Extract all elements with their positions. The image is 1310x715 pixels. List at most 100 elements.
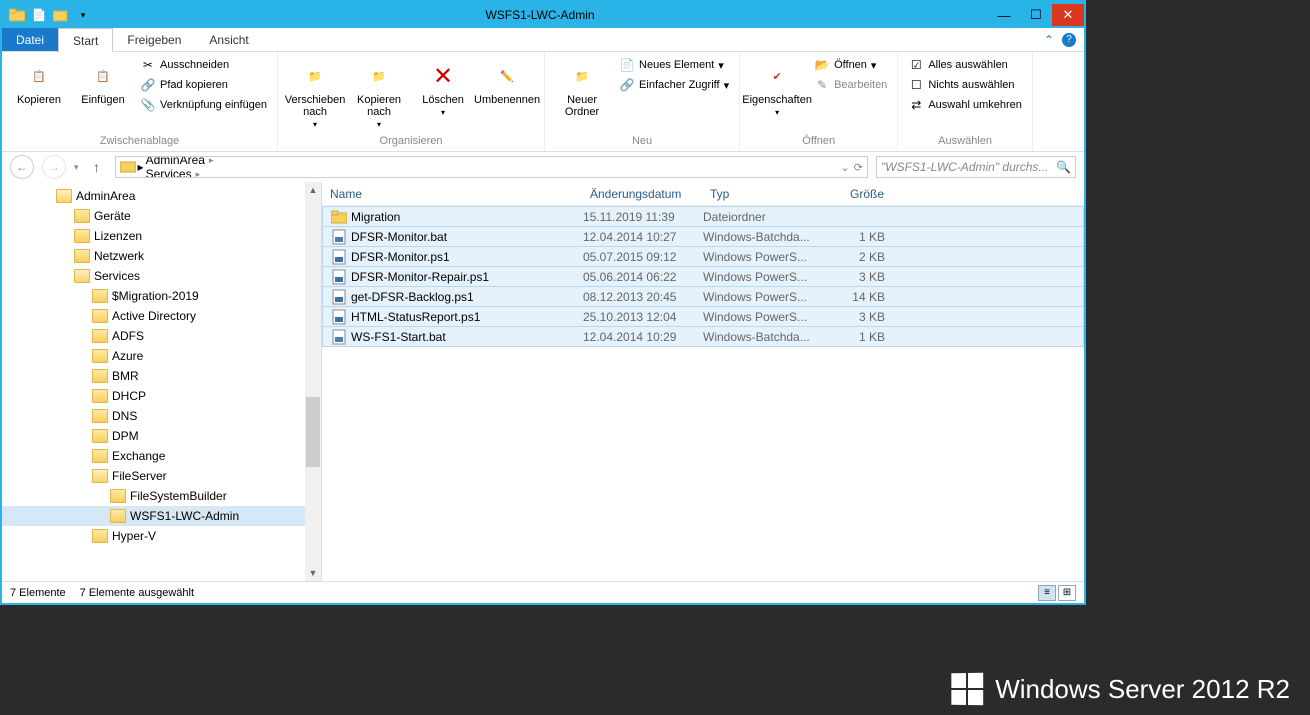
tree-item[interactable]: DHCP	[2, 386, 321, 406]
folder-icon	[92, 309, 108, 323]
folder-tree[interactable]: AdminAreaGeräteLizenzenNetzwerkServices$…	[2, 182, 322, 581]
tree-item[interactable]: Hyper-V	[2, 526, 321, 546]
explorer-window: 📄 ▾ WSFS1-LWC-Admin — ☐ ✕ Datei Start Fr…	[0, 0, 1086, 605]
qat-newfolder-icon[interactable]	[52, 6, 70, 24]
tree-item[interactable]: ADFS	[2, 326, 321, 346]
file-type: Windows PowerS...	[703, 270, 823, 284]
col-date[interactable]: Änderungsdatum	[582, 187, 702, 201]
file-row[interactable]: DFSR-Monitor-Repair.ps105.06.2014 06:22W…	[322, 266, 1084, 287]
rename-button[interactable]: ✏️Umbenennen	[478, 56, 536, 106]
tree-item[interactable]: WSFS1-LWC-Admin	[2, 506, 321, 526]
open-button[interactable]: 📂Öffnen ▾	[812, 56, 889, 74]
tree-label: DPM	[112, 429, 139, 443]
minimize-button[interactable]: —	[988, 4, 1020, 26]
new-folder-button[interactable]: 📁Neuer Ordner	[553, 56, 611, 118]
paste-shortcut-button[interactable]: 📎Verknüpfung einfügen	[138, 96, 269, 114]
delete-button[interactable]: ✕Löschen▾	[414, 56, 472, 117]
tab-share[interactable]: Freigeben	[113, 28, 195, 51]
history-dropdown-icon[interactable]: ▾	[74, 162, 79, 173]
dropdown-icon[interactable]: ⌄	[841, 161, 850, 174]
scroll-down-icon[interactable]: ▼	[305, 565, 321, 581]
file-size: 3 KB	[823, 310, 893, 324]
tree-item[interactable]: Exchange	[2, 446, 321, 466]
col-name[interactable]: Name	[322, 187, 582, 201]
back-button[interactable]: ←	[10, 155, 34, 179]
breadcrumb-item[interactable]: AdminArea▸	[146, 156, 266, 167]
scroll-up-icon[interactable]: ▲	[305, 182, 321, 198]
qat-dropdown-icon[interactable]: ▾	[74, 6, 92, 24]
folder-icon	[92, 389, 108, 403]
tree-label: Azure	[112, 349, 143, 363]
maximize-button[interactable]: ☐	[1020, 4, 1052, 26]
file-row[interactable]: HTML-StatusReport.ps125.10.2013 12:04Win…	[322, 306, 1084, 327]
file-name: HTML-StatusReport.ps1	[347, 310, 583, 324]
copy-button[interactable]: 📋Kopieren	[10, 56, 68, 106]
icons-view-button[interactable]: ⊞	[1058, 585, 1076, 601]
cut-button[interactable]: ✂Ausschneiden	[138, 56, 269, 74]
breadcrumb[interactable]: ▸ Dieser PC▸Freigaben (M:)▸AdminArea▸Ser…	[115, 156, 868, 178]
new-group-label: Neu	[553, 135, 731, 147]
tree-item[interactable]: FileServer	[2, 466, 321, 486]
forward-button[interactable]: →	[42, 155, 66, 179]
tree-item[interactable]: Azure	[2, 346, 321, 366]
move-to-button[interactable]: 📁Verschieben nach▾	[286, 56, 344, 129]
copy-to-button[interactable]: 📁Kopieren nach▾	[350, 56, 408, 129]
tree-item[interactable]: DPM	[2, 426, 321, 446]
ps1-icon	[331, 269, 347, 285]
properties-button[interactable]: ✔Eigenschaften▾	[748, 56, 806, 117]
select-none-button[interactable]: ☐Nichts auswählen	[906, 76, 1024, 94]
refresh-icon[interactable]: ⟳	[854, 161, 863, 174]
close-button[interactable]: ✕	[1052, 4, 1084, 26]
chevron-right-icon[interactable]: ▸	[138, 160, 144, 174]
tab-view[interactable]: Ansicht	[195, 28, 262, 51]
tree-item[interactable]: FileSystemBuilder	[2, 486, 321, 506]
folder-icon	[92, 429, 108, 443]
edit-button: ✎Bearbeiten	[812, 76, 889, 94]
tree-item[interactable]: Services	[2, 266, 321, 286]
details-view-button[interactable]: ≡	[1038, 585, 1056, 601]
invert-selection-button[interactable]: ⇄Auswahl umkehren	[906, 96, 1024, 114]
file-row[interactable]: Migration15.11.2019 11:39Dateiordner	[322, 206, 1084, 227]
col-type[interactable]: Typ	[702, 187, 822, 201]
title-bar[interactable]: 📄 ▾ WSFS1-LWC-Admin — ☐ ✕	[2, 2, 1084, 28]
folder-icon	[74, 229, 90, 243]
easy-access-button[interactable]: 🔗Einfacher Zugriff ▾	[617, 76, 731, 94]
chevron-right-icon[interactable]: ▸	[194, 169, 203, 179]
item-count: 7 Elemente	[10, 587, 66, 599]
up-button[interactable]: ↑	[87, 157, 107, 177]
tab-file[interactable]: Datei	[2, 28, 58, 51]
tree-scrollbar[interactable]: ▲ ▼	[305, 182, 321, 581]
tree-item[interactable]: BMR	[2, 366, 321, 386]
tree-item[interactable]: DNS	[2, 406, 321, 426]
bat-icon	[331, 229, 347, 245]
new-item-button[interactable]: 📄Neues Element ▾	[617, 56, 731, 74]
breadcrumb-item[interactable]: Services▸	[146, 167, 266, 178]
file-row[interactable]: DFSR-Monitor.bat12.04.2014 10:27Windows-…	[322, 226, 1084, 247]
qat-properties-icon[interactable]: 📄	[30, 6, 48, 24]
scroll-thumb[interactable]	[306, 397, 320, 467]
chevron-right-icon[interactable]: ▸	[207, 156, 216, 166]
file-row[interactable]: DFSR-Monitor.ps105.07.2015 09:12Windows …	[322, 246, 1084, 267]
select-all-button[interactable]: ☑Alles auswählen	[906, 56, 1024, 74]
file-type: Windows PowerS...	[703, 250, 823, 264]
col-size[interactable]: Größe	[822, 187, 892, 201]
tree-item[interactable]: Active Directory	[2, 306, 321, 326]
tree-item[interactable]: Geräte	[2, 206, 321, 226]
tab-start[interactable]: Start	[58, 28, 113, 52]
file-row[interactable]: get-DFSR-Backlog.ps108.12.2013 20:45Wind…	[322, 286, 1084, 307]
file-date: 05.06.2014 06:22	[583, 270, 703, 284]
paste-button[interactable]: 📋Einfügen	[74, 56, 132, 106]
search-input[interactable]: "WSFS1-LWC-Admin" durchs... 🔍	[876, 156, 1076, 178]
file-row[interactable]: WS-FS1-Start.bat12.04.2014 10:29Windows-…	[322, 326, 1084, 347]
tree-item[interactable]: AdminArea	[2, 186, 321, 206]
copy-path-button[interactable]: 🔗Pfad kopieren	[138, 76, 269, 94]
tree-item[interactable]: $Migration-2019	[2, 286, 321, 306]
ribbon-collapse-icon[interactable]: ⌃	[1044, 33, 1054, 47]
tree-item[interactable]: Lizenzen	[2, 226, 321, 246]
search-icon[interactable]: 🔍	[1056, 160, 1071, 174]
tree-item[interactable]: Netzwerk	[2, 246, 321, 266]
folder-icon	[92, 529, 108, 543]
file-date: 08.12.2013 20:45	[583, 290, 703, 304]
tree-label: DNS	[112, 409, 137, 423]
help-icon[interactable]: ?	[1062, 33, 1076, 47]
